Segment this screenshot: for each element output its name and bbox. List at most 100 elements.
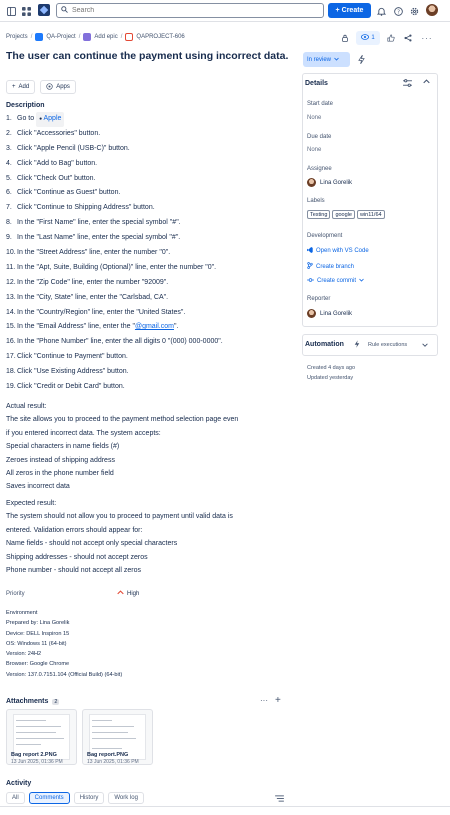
chevron-down-icon[interactable]: [422, 342, 428, 349]
expected-line: Shipping addresses - should not accept z…: [6, 553, 148, 561]
share-icon[interactable]: [401, 31, 415, 45]
attachments-more-icon[interactable]: ···: [260, 696, 268, 705]
configure-fields-icon[interactable]: [403, 79, 412, 89]
breadcrumb-separator: /: [30, 34, 33, 40]
step-item: 5. Click "Check Out" button.: [6, 172, 296, 187]
attachment-name[interactable]: Bag report 2.PNG: [11, 752, 57, 758]
tab-history[interactable]: History: [73, 792, 105, 804]
breadcrumb-epic[interactable]: Add epic: [94, 34, 117, 40]
activity-heading: Activity: [6, 780, 32, 787]
actual-line: Saves incorrect data: [6, 483, 70, 491]
create-branch-link[interactable]: Create branch: [307, 262, 354, 271]
issue-title[interactable]: The user can continue the payment using …: [6, 50, 296, 63]
attachment-name[interactable]: Bag report.PNG: [87, 752, 128, 758]
step-item: 10.In the "Street Address" line, enter t…: [6, 246, 296, 261]
assignee-label: Assignee: [307, 166, 332, 172]
step-text: In the "First Name" line, enter the spec…: [17, 219, 181, 227]
step-number: 10.: [6, 249, 16, 257]
assignee-field[interactable]: Lina Gorelik: [307, 178, 352, 187]
sort-order-icon[interactable]: [275, 795, 284, 804]
labels-field[interactable]: Testing google win11/64: [307, 210, 387, 219]
step-text: In the "Email Address" line, enter the ": [17, 323, 135, 331]
step-item: 19.Click "Credit or Debit Card" button.: [6, 380, 296, 395]
actual-line: All zeros in the phone number field: [6, 469, 114, 477]
lock-icon[interactable]: [338, 31, 352, 45]
thumbs-up-icon[interactable]: [384, 31, 398, 45]
notifications-bell-icon[interactable]: [375, 5, 387, 17]
svg-text:?: ?: [397, 9, 400, 15]
settings-gear-icon[interactable]: [408, 5, 420, 17]
step-item: 6. Click "Continue as Guest" button.: [6, 186, 296, 201]
step-number: 19.: [6, 383, 16, 391]
apple-link[interactable]: ● Apple: [36, 112, 65, 127]
create-commit-link[interactable]: Create commit: [307, 277, 364, 285]
more-actions-icon[interactable]: ···: [420, 31, 434, 45]
status-label: In review: [307, 56, 332, 63]
actual-line: Special characters in name fields (#): [6, 443, 120, 451]
breadcrumb-projects[interactable]: Projects: [6, 34, 28, 40]
user-avatar[interactable]: [426, 4, 438, 16]
commit-icon: [307, 277, 314, 285]
plus-icon: +: [335, 7, 340, 14]
reporter-label: Reporter: [307, 296, 331, 302]
assignee-name: Lina Gorelik: [320, 179, 353, 186]
tab-all[interactable]: All: [6, 792, 25, 804]
watch-button[interactable]: 1: [356, 31, 380, 45]
step-item: 18.Click "Use Existing Address" button.: [6, 365, 296, 380]
steps-list[interactable]: 1. Go to ● Apple 2. Click "Accessories" but…: [6, 112, 296, 395]
environment-block[interactable]: Environment Prepared by: Lina Gorelik Devi…: [6, 608, 296, 680]
jira-logo-icon[interactable]: [38, 4, 50, 16]
lightning-bolt-icon[interactable]: [354, 52, 368, 67]
priority-field[interactable]: High: [117, 590, 139, 597]
project-icon: [35, 33, 44, 41]
breadcrumb-project[interactable]: QA-Project: [46, 34, 75, 40]
created-timestamp: Created 4 days ago: [307, 365, 356, 371]
step-text: In the "Last Name" line, enter the speci…: [17, 234, 181, 242]
label-tag[interactable]: Testing: [307, 210, 331, 219]
step-text: Click "Continue to Payment" button.: [17, 353, 128, 361]
tab-work-log[interactable]: Work log: [108, 792, 144, 804]
help-icon[interactable]: ?: [392, 5, 404, 17]
actual-line: The site allows you to proceed to the pa…: [6, 416, 239, 424]
label-tag[interactable]: win11/64: [356, 210, 385, 219]
step-text: Click "Use Existing Address" button.: [17, 368, 129, 376]
add-button-label: Add: [18, 84, 30, 90]
status-dropdown[interactable]: In review: [303, 52, 350, 67]
open-vscode-link[interactable]: Open with VS Code: [307, 247, 369, 255]
expected-line: The system should not allow you to proce…: [6, 513, 233, 521]
step-text: In the "Phone Number" line, enter the al…: [17, 338, 223, 346]
breadcrumb-issue-key[interactable]: QAPROJECT-606: [136, 34, 184, 40]
step-item: 7. Click "Continue to Shipping Address" b…: [6, 201, 296, 216]
step-item: 4. Click "Add to Bag" button.: [6, 157, 296, 172]
reporter-field[interactable]: Lina Gorelik: [307, 309, 352, 318]
add-button[interactable]: + Add: [6, 80, 36, 94]
actual-line: Zeroes instead of shipping address: [6, 456, 115, 464]
divider: [0, 806, 450, 807]
actual-result-block[interactable]: Actual result: The site allows you to pro…: [6, 400, 296, 494]
expected-result-block[interactable]: Expected result: The system should not al…: [6, 497, 296, 577]
tab-comments[interactable]: Comments: [28, 792, 70, 804]
apps-button[interactable]: Apps: [40, 80, 76, 94]
due-date-value[interactable]: None: [307, 147, 321, 153]
actual-line: if you entered incorrect data. The syste…: [6, 429, 161, 437]
search-field[interactable]: [56, 3, 324, 18]
search-input[interactable]: [72, 7, 302, 14]
sidebar-toggle-icon[interactable]: [5, 5, 17, 17]
attachments-header: Attachments 2: [6, 698, 60, 705]
step-number: 5.: [6, 174, 12, 182]
chevron-up-icon[interactable]: [423, 79, 430, 86]
create-button[interactable]: + Create: [328, 3, 371, 18]
label-tag[interactable]: google: [332, 210, 355, 219]
watchers-count: 1: [371, 35, 375, 41]
due-date-label: Due date: [307, 134, 332, 140]
attachments-add-icon[interactable]: +: [275, 695, 281, 706]
breadcrumb: Projects / QA-Project / Add epic / QAPRO…: [6, 33, 185, 41]
vscode-icon: [307, 247, 313, 255]
step-item: 2. Click "Accessories" button.: [6, 127, 296, 142]
issue-action-row: + Add Apps: [6, 80, 76, 94]
top-navigation-bar: + Create ?: [0, 0, 450, 22]
step-text: In the "City, State" line, enter the "Ca…: [17, 293, 169, 301]
app-switcher-icon[interactable]: [20, 5, 32, 17]
start-date-value[interactable]: None: [307, 115, 321, 121]
email-link[interactable]: @gmail.com: [135, 323, 174, 330]
